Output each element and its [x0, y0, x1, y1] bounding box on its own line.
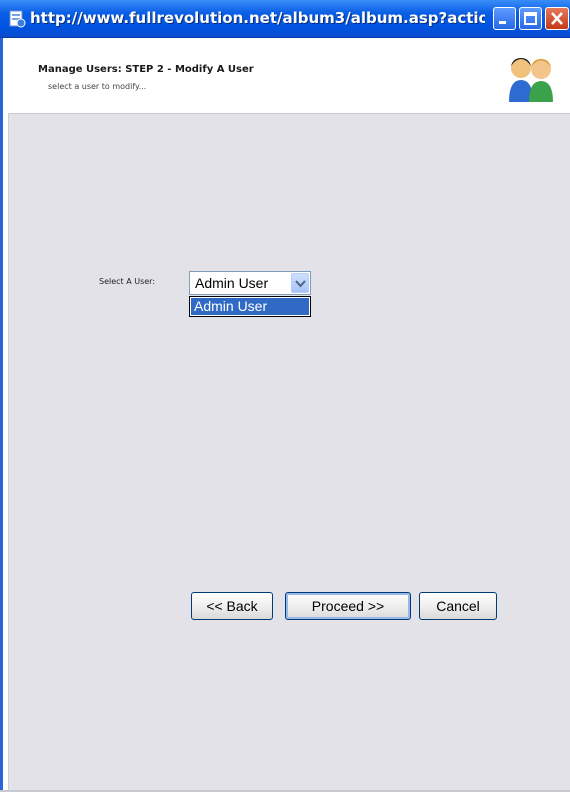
window-left-frame	[0, 38, 3, 792]
close-button[interactable]	[545, 7, 569, 30]
user-select[interactable]: Admin User	[189, 271, 311, 295]
maximize-button[interactable]	[519, 7, 542, 30]
users-icon	[505, 54, 557, 102]
page-title: Manage Users: STEP 2 - Modify A User	[38, 64, 254, 75]
minimize-button[interactable]	[493, 7, 516, 30]
back-button[interactable]: << Back	[191, 592, 273, 620]
user-select-value: Admin User	[195, 275, 269, 291]
select-user-label: Select A User:	[99, 277, 156, 286]
dropdown-option[interactable]: Admin User	[191, 298, 309, 315]
page-subtitle: select a user to modify...	[48, 82, 147, 91]
cancel-button[interactable]: Cancel	[419, 592, 497, 620]
chevron-down-icon[interactable]	[291, 273, 309, 293]
user-dropdown-list: Admin User	[189, 296, 311, 317]
proceed-button[interactable]: Proceed >>	[285, 592, 411, 620]
window-titlebar[interactable]: http://www.fullrevolution.net/album3/alb…	[0, 0, 570, 38]
content-panel: Select A User: Admin User Admin User << …	[8, 114, 570, 792]
window-title: http://www.fullrevolution.net/album3/alb…	[30, 9, 485, 27]
page-icon	[8, 10, 26, 28]
page-header: Manage Users: STEP 2 - Modify A User sel…	[0, 38, 570, 114]
